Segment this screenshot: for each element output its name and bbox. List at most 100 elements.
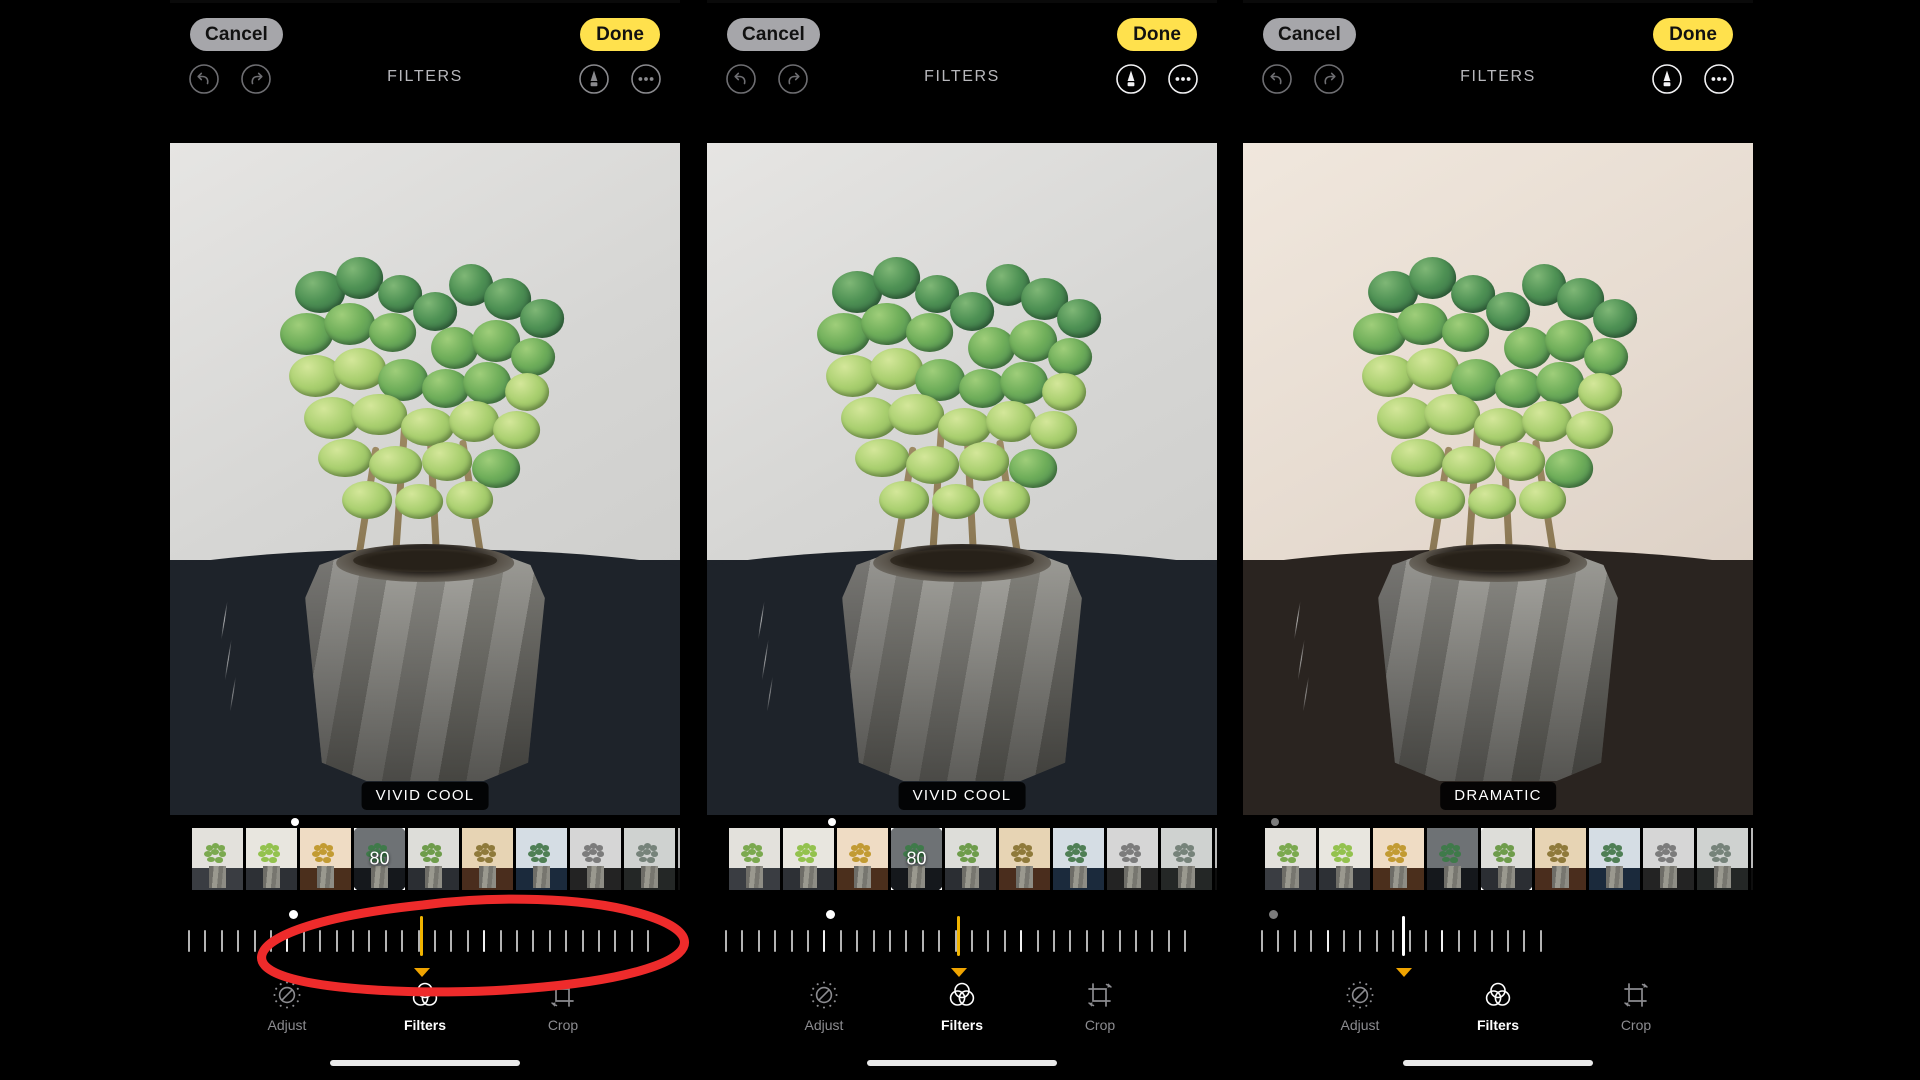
active-filter-name: DRAMATIC [1440, 782, 1556, 810]
ruler-tick [647, 930, 650, 952]
cancel-button[interactable]: Cancel [1263, 18, 1356, 51]
tab-label: Filters [403, 1017, 446, 1033]
filter-thumbnail[interactable] [1107, 828, 1158, 890]
tab-crop[interactable]: Crop [528, 980, 598, 1050]
filter-thumbnail[interactable] [1427, 828, 1478, 890]
cancel-button[interactable]: Cancel [727, 18, 820, 51]
panel-1: Cancel Done FILTERS VIVID COOL 80 Adjust… [170, 0, 680, 1080]
filter-filmstrip[interactable]: 80 [707, 828, 1217, 890]
ruler-tick [1053, 930, 1055, 952]
slider-handle[interactable] [1402, 916, 1406, 956]
adjust-dial-icon [272, 980, 302, 1010]
ruler-tick [270, 930, 272, 952]
ruler-tick [1036, 930, 1039, 952]
filter-thumbnail[interactable] [570, 828, 621, 890]
editor-tab-bar: Adjust Filters Crop [170, 980, 680, 1050]
ruler-tick [1326, 930, 1329, 952]
ruler-tick [614, 930, 617, 952]
slider-handle[interactable] [419, 916, 423, 956]
markup-button[interactable] [1114, 62, 1148, 96]
filter-thumbnail[interactable] [1161, 828, 1212, 890]
markup-button[interactable] [1650, 62, 1684, 96]
photo-concrete-pot [842, 543, 1082, 782]
ruler-tick [790, 930, 793, 952]
photo-preview[interactable]: VIVID COOL [170, 143, 680, 815]
filter-filmstrip[interactable] [1243, 828, 1753, 890]
tab-adjust[interactable]: Adjust [252, 980, 322, 1050]
filter-filmstrip[interactable]: 80 [170, 828, 680, 890]
filter-thumbnail-selected[interactable]: 80 [891, 828, 942, 890]
ruler-tick [1003, 930, 1006, 952]
panel-3: Cancel Done FILTERS DRAMATIC Adjust Filt… [1243, 0, 1753, 1080]
filters-circles-icon [947, 980, 977, 1010]
photo-concrete-pot [305, 543, 545, 782]
filter-thumbnail[interactable] [1643, 828, 1694, 890]
filter-thumbnail[interactable] [1053, 828, 1104, 890]
filter-thumbnail[interactable] [462, 828, 513, 890]
filter-thumbnail[interactable] [1535, 828, 1586, 890]
ruler-tick [581, 930, 584, 952]
filter-thumbnail[interactable] [300, 828, 351, 890]
more-options-button[interactable] [629, 62, 663, 96]
filter-thumbnail[interactable] [678, 828, 680, 890]
ruler-tick [1151, 930, 1154, 952]
filter-thumbnail[interactable] [783, 828, 834, 890]
ruler-tick [1069, 930, 1072, 952]
filter-thumbnail[interactable] [999, 828, 1050, 890]
cancel-button[interactable]: Cancel [190, 18, 283, 51]
adjust-dial-icon [1345, 980, 1375, 1010]
intensity-slider-ruler[interactable] [1243, 910, 1753, 977]
filter-thumbnail[interactable] [1589, 828, 1640, 890]
ruler-tick [1085, 930, 1088, 952]
tab-adjust[interactable]: Adjust [789, 980, 859, 1050]
ruler-tick [1310, 930, 1313, 952]
slider-handle[interactable] [956, 916, 960, 956]
filter-thumbnail[interactable] [1215, 828, 1217, 890]
tab-label: Crop [547, 1017, 579, 1033]
more-options-button[interactable] [1702, 62, 1736, 96]
filter-thumbnail[interactable] [729, 828, 780, 890]
ruler-tick [1408, 930, 1411, 952]
ruler-tick [839, 930, 842, 952]
filter-thumbnail[interactable] [837, 828, 888, 890]
adjust-dial-icon [809, 980, 839, 1010]
tab-filters[interactable]: Filters [927, 980, 997, 1050]
tab-filters[interactable]: Filters [1463, 980, 1533, 1050]
ruler-tick [598, 930, 600, 952]
filter-thumbnail[interactable] [1265, 828, 1316, 890]
ruler-tick [319, 930, 322, 952]
filter-thumbnail[interactable] [945, 828, 996, 890]
intensity-slider-ruler[interactable] [170, 910, 680, 977]
tab-crop[interactable]: Crop [1065, 980, 1135, 1050]
filter-thumbnail-selected[interactable]: 80 [354, 828, 405, 890]
tab-filters[interactable]: Filters [390, 980, 460, 1050]
filter-thumbnail[interactable] [1751, 828, 1753, 890]
slider-caret-indicator [413, 968, 430, 977]
tab-adjust[interactable]: Adjust [1325, 980, 1395, 1050]
markup-button[interactable] [577, 62, 611, 96]
done-button[interactable]: Done [1653, 18, 1733, 51]
filter-thumbnail[interactable] [516, 828, 567, 890]
filter-thumbnail[interactable] [408, 828, 459, 890]
photo-preview[interactable]: DRAMATIC [1243, 143, 1753, 815]
intensity-slider-ruler[interactable] [707, 910, 1217, 977]
crop-rotate-icon [1621, 980, 1651, 1010]
filter-thumbnail[interactable] [1373, 828, 1424, 890]
editor-toolbar: FILTERS [707, 62, 1217, 102]
more-options-button[interactable] [1166, 62, 1200, 96]
filter-thumbnail[interactable] [246, 828, 297, 890]
filters-circles-icon [410, 980, 440, 1010]
filter-thumbnail-selected[interactable] [1481, 828, 1532, 890]
ruler-tick [1474, 930, 1477, 952]
active-filter-name: VIVID COOL [898, 782, 1026, 810]
filter-thumbnail[interactable] [624, 828, 675, 890]
photo-preview[interactable]: VIVID COOL [707, 143, 1217, 815]
filter-thumbnail[interactable] [1319, 828, 1370, 890]
filter-thumbnail[interactable] [192, 828, 243, 890]
top-action-bar: Cancel Done [170, 18, 680, 52]
done-button[interactable]: Done [1117, 18, 1197, 51]
editor-tab-bar: Adjust Filters Crop [707, 980, 1217, 1050]
tab-crop[interactable]: Crop [1601, 980, 1671, 1050]
done-button[interactable]: Done [580, 18, 660, 51]
filter-thumbnail[interactable] [1697, 828, 1748, 890]
